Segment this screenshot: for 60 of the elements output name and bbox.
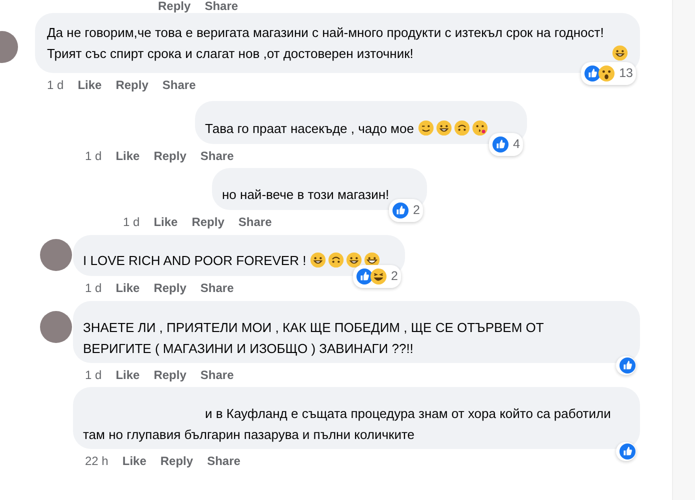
avatar[interactable] bbox=[40, 311, 72, 343]
comment-action-link[interactable]: Share bbox=[200, 149, 234, 163]
comment-action-link[interactable]: Reply bbox=[154, 149, 186, 163]
reaction-summary[interactable]: 4 bbox=[489, 133, 523, 156]
comment-text: ЗНАЕТЕ ЛИ , ПРИЯТЕЛИ МОИ , КАК ЩЕ ПОБЕДИМ , ЩЕ СЕ ОТЪРВЕМ ОТ ВЕРИГИТЕ ( МАГАЗИНИ И ИЗОБЩО ) ЗАВИНАГИ ??!! bbox=[83, 319, 545, 358]
thumbs-up-icon bbox=[619, 357, 636, 374]
comment-action-link[interactable]: Share bbox=[200, 368, 234, 382]
comment-action-link[interactable]: Share bbox=[200, 281, 234, 295]
emoji-icon bbox=[370, 268, 388, 285]
comment-action-link[interactable]: Reply bbox=[192, 215, 224, 229]
comment-action-link[interactable]: Reply bbox=[116, 78, 148, 92]
reaction-summary[interactable]: 2 bbox=[353, 265, 401, 288]
reaction-summary[interactable] bbox=[616, 442, 636, 461]
comment-action-link[interactable]: Reply bbox=[158, 0, 191, 13]
comment-action-link[interactable]: Share bbox=[207, 454, 240, 468]
emoji-icon bbox=[612, 45, 628, 61]
reaction-summary[interactable] bbox=[616, 356, 636, 375]
avatar[interactable] bbox=[40, 239, 72, 271]
comment-text: Да не говорим,че това е веригата магазини с най-много продукти с изтекъл срок на годност! Трият със спирт срока и слагат нов ,от достоверен източник! bbox=[47, 24, 605, 63]
emoji-icon bbox=[346, 252, 362, 268]
emoji-icon bbox=[328, 252, 344, 268]
comment-time[interactable]: 1 d bbox=[85, 368, 102, 382]
comment-action-link[interactable]: Reply bbox=[154, 281, 186, 295]
emoji-icon bbox=[598, 65, 616, 82]
reaction-count: 4 bbox=[513, 136, 520, 153]
comment-action-link[interactable]: Share bbox=[238, 215, 272, 229]
comment-time[interactable]: 1 d bbox=[85, 281, 102, 295]
comment-time[interactable]: 1 d bbox=[85, 149, 102, 163]
thumbs-up-icon bbox=[392, 202, 410, 219]
comment-text: I LOVE RICH AND POOR FOREVER ! bbox=[83, 252, 306, 270]
comment-action-link[interactable]: Reply bbox=[160, 454, 194, 468]
reaction-count: 2 bbox=[391, 268, 398, 285]
comment-action-link[interactable]: Like bbox=[78, 78, 102, 92]
thumbs-up-icon bbox=[619, 443, 636, 460]
comment-action-link[interactable]: Reply bbox=[154, 368, 186, 382]
reaction-summary[interactable]: 13 bbox=[581, 62, 636, 85]
comment-text: и в Кауфланд е същата процедура знам от хора който са работили там но глупавия българин пазарува и пълни количките bbox=[83, 405, 612, 444]
emoji-icon bbox=[472, 120, 488, 136]
emoji-icon bbox=[454, 120, 470, 136]
comment-action-link[interactable]: Share bbox=[204, 0, 238, 13]
emoji-icon bbox=[436, 120, 452, 136]
comment-text: но най-вече в този магазин! bbox=[222, 186, 390, 204]
comment-action-link[interactable]: Like bbox=[116, 281, 140, 295]
emoji-icon bbox=[418, 120, 434, 136]
thumbs-up-icon bbox=[356, 268, 374, 285]
comment-time[interactable]: 1 d bbox=[47, 78, 64, 92]
comment-action-link[interactable]: Like bbox=[116, 368, 140, 382]
reaction-summary[interactable]: 2 bbox=[389, 199, 423, 222]
comment-action-link[interactable]: Share bbox=[162, 78, 196, 92]
thumbs-up-icon bbox=[584, 65, 602, 82]
reaction-count: 13 bbox=[619, 65, 633, 82]
reaction-count: 2 bbox=[413, 202, 420, 219]
comment-action-link[interactable]: Like bbox=[122, 454, 146, 468]
comment-text: Тава го праат насекъде , чадо мое bbox=[205, 120, 414, 138]
emoji-icon bbox=[310, 252, 326, 268]
thumbs-up-icon bbox=[492, 136, 510, 153]
comment-action-link[interactable]: Like bbox=[116, 149, 140, 163]
comment-action-link[interactable]: Like bbox=[154, 215, 178, 229]
comment-time[interactable]: 22 h bbox=[85, 454, 108, 468]
comment-time[interactable]: 1 d bbox=[123, 215, 140, 229]
